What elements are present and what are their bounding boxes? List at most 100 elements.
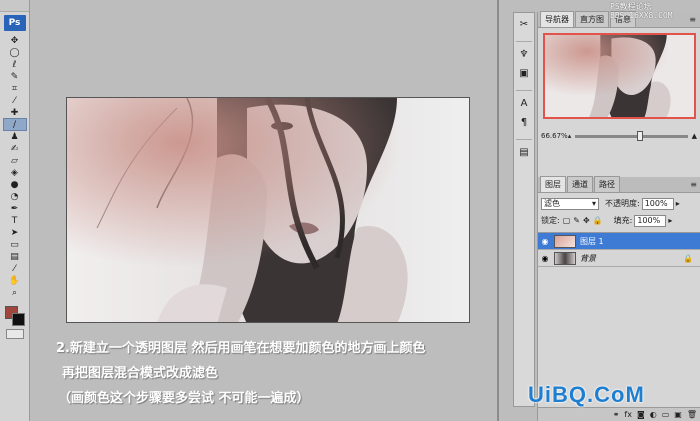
navigator-zoom-row: 66.67% ▴ ▲	[538, 129, 700, 143]
background-color-swatch[interactable]	[11, 313, 25, 326]
panel-dock: 导航器 直方图 信息 ≡ 66.67% ▴ ▲ 图层 通道 路径 ≡ 滤色 ▾ …	[537, 11, 700, 421]
tab-paths[interactable]: 路径	[594, 176, 620, 192]
layer-list: ◉ 图层 1 ◉ 背景 🔒	[538, 232, 700, 267]
dock-divider[interactable]	[497, 0, 499, 421]
lock-position-icon[interactable]: ✥	[583, 216, 590, 225]
tab-histogram[interactable]: 直方图	[575, 11, 609, 27]
path-select-icon[interactable]: ➤	[4, 227, 26, 238]
opacity-arrow-icon[interactable]: ▸	[676, 199, 680, 208]
lasso-icon[interactable]: ℓ	[4, 59, 26, 70]
navigator-thumbnail-image	[544, 35, 694, 117]
eye-icon[interactable]: ◉	[538, 237, 552, 246]
type-icon[interactable]: T	[4, 215, 26, 226]
blend-mode-value: 滤色	[544, 199, 560, 208]
eye-icon[interactable]: ◉	[538, 254, 552, 263]
zoom-value[interactable]: 66.67%	[541, 132, 568, 140]
lock-transparency-icon[interactable]: ▢	[563, 216, 571, 225]
trash-icon[interactable]: 🗑	[687, 410, 697, 419]
layer-mask-icon[interactable]: ◙	[637, 410, 645, 419]
chevron-down-icon: ▾	[591, 199, 596, 208]
tab-channels[interactable]: 通道	[567, 176, 593, 192]
tools-panel: Ps ✥ ◯ ℓ ✎ ⌗ ⁄ ✚ ∕ ♟ ✍ ▱ ◈ ● ◔ ✒ T ➤ ▭ ▤ ⁄ ✋ ⌕	[0, 0, 30, 421]
photoshop-logo[interactable]: Ps	[3, 15, 26, 31]
brush-presets-icon[interactable]: ✂	[516, 16, 532, 32]
opacity-label: 不透明度:	[605, 199, 640, 208]
navigator-preview[interactable]	[542, 33, 696, 119]
layer-name[interactable]: 背景	[580, 253, 683, 264]
notes-panel-icon[interactable]: ▤	[516, 144, 532, 160]
tool-presets-icon[interactable]: ♆	[516, 46, 532, 62]
bucket-icon[interactable]: ◈	[4, 167, 26, 178]
watermark-top-line-1: PS教程论坛	[610, 2, 652, 11]
strip-separator	[516, 132, 532, 140]
blend-row: 滤色 ▾ 不透明度: 100% ▸	[538, 196, 700, 211]
layer-row-background[interactable]: ◉ 背景 🔒	[538, 250, 700, 267]
strip-separator	[516, 83, 532, 91]
zoom-slider[interactable]	[575, 130, 688, 141]
hand-icon[interactable]: ✋	[4, 275, 26, 286]
lock-row: 锁定: ▢ ✎ ✥ 🔒 填充: 100% ▸	[538, 213, 700, 228]
clone-source-icon[interactable]: ▣	[516, 65, 532, 81]
blur-icon[interactable]: ●	[4, 179, 26, 190]
history-brush-icon[interactable]: ✍	[4, 143, 26, 154]
notes-icon[interactable]: ▤	[4, 251, 26, 262]
quick-select-icon[interactable]: ✎	[4, 71, 26, 82]
caption-line-1: 2.新建立一个透明图层 然后用画笔在想要加颜色的地方画上颜色	[56, 341, 426, 356]
layer-thumbnail	[554, 234, 576, 248]
layers-menu-icon[interactable]: ≡	[690, 180, 697, 189]
layer-style-icon[interactable]: fx	[624, 410, 632, 419]
zoom-out-icon[interactable]: ▴	[568, 132, 572, 140]
caption-line-3: （画颜色这个步骤要多尝试 不可能一遍成）	[58, 391, 310, 406]
zoom-in-icon[interactable]: ▲	[692, 132, 697, 140]
photo-woman-with-hair	[67, 98, 469, 322]
color-sampler-icon[interactable]: ⁄	[4, 263, 26, 274]
watermark-uibq: UiBQ.CoM	[528, 382, 645, 407]
brush-icon[interactable]: ∕	[2, 118, 27, 131]
group-icon[interactable]: ▭	[662, 410, 670, 419]
layers-bottom-bar: ⚭ fx ◙ ◐ ▭ ▣ 🗑	[538, 407, 700, 421]
watermark-top: PS教程论坛 BBS.16XX8.COM	[610, 2, 673, 20]
document-canvas[interactable]	[66, 97, 470, 323]
tool-list: ✥ ◯ ℓ ✎ ⌗ ⁄ ✚ ∕ ♟ ✍ ▱ ◈ ● ◔ ✒ T ➤ ▭ ▤ ⁄ ✋ ⌕	[0, 35, 29, 298]
quick-mask-button[interactable]	[5, 329, 24, 339]
new-layer-icon[interactable]: ▣	[674, 410, 682, 419]
fill-label: 填充:	[613, 216, 633, 225]
panel-menu-icon[interactable]: ≡	[689, 15, 696, 24]
marquee-icon[interactable]: ◯	[4, 47, 26, 58]
eraser-icon[interactable]: ▱	[4, 155, 26, 166]
color-swatches	[3, 304, 27, 326]
toolbar-grip[interactable]	[0, 0, 29, 12]
opacity-input[interactable]: 100%	[641, 197, 674, 210]
eyedropper-icon[interactable]: ⁄	[4, 95, 26, 106]
strip-separator	[516, 34, 532, 42]
stamp-icon[interactable]: ♟	[4, 131, 26, 142]
lock-all-icon[interactable]: 🔒	[593, 216, 603, 225]
watermark-top-line-2: BBS.16XX8.COM	[610, 11, 673, 20]
dodge-icon[interactable]: ◔	[4, 191, 26, 202]
lock-icon: 🔒	[683, 253, 693, 263]
healing-icon[interactable]: ✚	[4, 107, 26, 118]
layer-thumbnail	[554, 251, 576, 265]
zoom-slider-knob[interactable]	[637, 130, 644, 141]
adjustment-layer-icon[interactable]: ◐	[650, 410, 657, 419]
shape-icon[interactable]: ▭	[4, 239, 26, 250]
tab-navigator[interactable]: 导航器	[540, 11, 574, 27]
caption-line-2: 再把图层混合模式改成滤色	[62, 366, 219, 381]
crop-icon[interactable]: ⌗	[4, 83, 26, 94]
lock-icons: ▢ ✎ ✥ 🔒	[563, 216, 606, 225]
layer-row-layer-1[interactable]: ◉ 图层 1	[538, 233, 700, 250]
blend-mode-select[interactable]: 滤色 ▾	[541, 197, 599, 210]
lock-label: 锁定:	[541, 216, 560, 225]
lock-paint-icon[interactable]: ✎	[573, 216, 580, 225]
character-panel-icon[interactable]: A	[516, 95, 532, 111]
link-layers-icon[interactable]: ⚭	[613, 410, 620, 419]
layers-tabbar: 图层 通道 路径 ≡	[538, 176, 700, 193]
move-icon[interactable]: ✥	[4, 35, 26, 46]
fill-arrow-icon[interactable]: ▸	[668, 216, 672, 225]
tab-layers[interactable]: 图层	[540, 176, 566, 192]
fill-input[interactable]: 100%	[634, 214, 667, 227]
pen-icon[interactable]: ✒	[4, 203, 26, 214]
layer-name[interactable]: 图层 1	[580, 236, 604, 247]
paragraph-panel-icon[interactable]: ¶	[516, 114, 532, 130]
zoom-icon[interactable]: ⌕	[4, 287, 26, 298]
